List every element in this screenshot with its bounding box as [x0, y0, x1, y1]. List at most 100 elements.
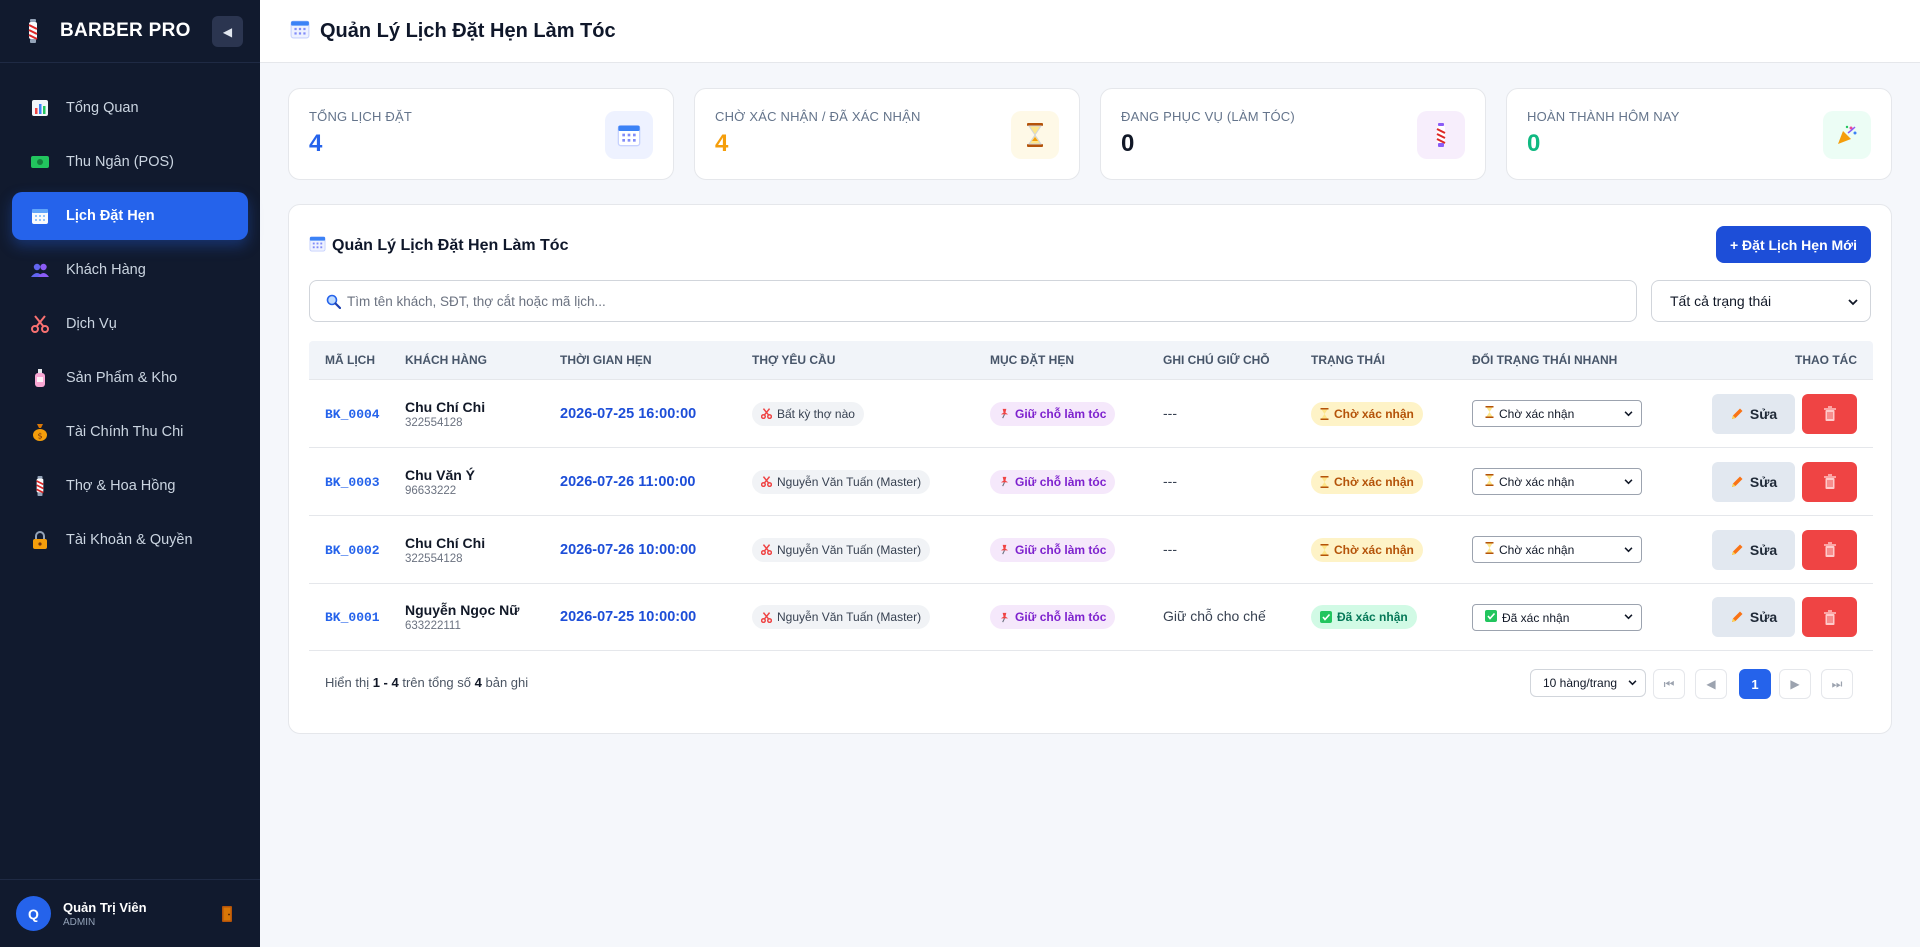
quick-status-select[interactable]: Chờ xác nhận — [1472, 536, 1642, 563]
table-row: BK_0004 Chu Chí Chi 322554128 2026-07-25 … — [309, 379, 1873, 447]
scissors-icon — [761, 544, 772, 555]
hourglass-icon — [1485, 542, 1494, 554]
first-page-button[interactable]: ⏮ — [1653, 669, 1685, 699]
booking-code-link[interactable]: BK_0003 — [325, 475, 380, 490]
hourglass-icon — [1320, 407, 1329, 420]
edit-label: Sửa — [1749, 541, 1778, 558]
page-button-current[interactable]: 1 — [1739, 669, 1771, 699]
chevron-down-icon — [1624, 614, 1633, 620]
service-badge: Giữ chỗ làm tóc — [990, 469, 1116, 494]
hourglass-icon — [1320, 475, 1329, 488]
delete-button[interactable] — [1802, 393, 1857, 434]
chevron-down-icon — [1624, 410, 1633, 416]
pagination-info: Hiển thị 1 - 4 trên tổng số 4 bản ghi — [325, 675, 528, 690]
bookings-panel: Quản Lý Lịch Đặt Hẹn Làm Tóc + Đặt Lịch … — [288, 204, 1892, 734]
avatar: Q — [16, 896, 51, 931]
appointment-time: 2026-07-25 10:00:00 — [560, 609, 697, 625]
stat-card-done: HOÀN THÀNH HÔM NAY 0 — [1506, 88, 1892, 180]
table-row: BK_0003 Chu Văn Ý 96633222 2026-07-26 11:… — [309, 447, 1873, 515]
status-badge: Đã xác nhận — [1311, 605, 1417, 629]
service-badge: Giữ chỗ làm tóc — [990, 537, 1116, 562]
sidebar-item-label: Lịch Đặt Hẹn — [66, 208, 155, 224]
column-header: THAO TÁC — [1795, 353, 1857, 367]
delete-button[interactable] — [1802, 597, 1857, 637]
sidebar-item-tho-hoa-hong[interactable]: Thợ & Hoa Hồng — [12, 462, 248, 510]
edit-button[interactable]: Sửa — [1712, 597, 1795, 637]
sidebar-item-label: Thợ & Hoa Hồng — [66, 478, 176, 494]
sidebar-nav: Tổng Quan Thu Ngân (POS) Lịch Đặt Hẹn Kh… — [0, 63, 260, 564]
search-bar — [309, 280, 1637, 322]
sidebar-collapse-button[interactable]: ◀ — [212, 16, 243, 47]
last-page-button[interactable]: ⏭ — [1821, 669, 1853, 699]
next-page-button[interactable]: ▶ — [1779, 669, 1811, 699]
edit-button[interactable]: Sửa — [1712, 461, 1795, 502]
column-header: MÃ LỊCH — [325, 353, 375, 367]
page-title: Quản Lý Lịch Đặt Hẹn Làm Tóc — [320, 19, 616, 42]
delete-button[interactable] — [1802, 529, 1857, 570]
quick-status-select[interactable]: Chờ xác nhận — [1472, 400, 1642, 427]
calendar-icon — [309, 235, 326, 257]
add-booking-button[interactable]: + Đặt Lịch Hẹn Mới — [1716, 226, 1871, 263]
sidebar-item-label: Sản Phẩm & Kho — [66, 370, 178, 386]
pin-icon — [1000, 408, 1009, 419]
calendar-icon — [605, 111, 653, 159]
delete-button[interactable] — [1802, 461, 1857, 502]
prev-page-button[interactable]: ◀ — [1695, 669, 1727, 699]
sidebar-item-khach-hang[interactable]: Khách Hàng — [12, 246, 248, 294]
trash-icon — [1823, 542, 1836, 557]
search-input[interactable] — [347, 293, 1617, 309]
sidebar-item-tong-quan[interactable]: Tổng Quan — [12, 84, 248, 132]
stat-card-total: TỔNG LỊCH ĐẶT 4 — [288, 88, 674, 180]
sidebar-item-label: Khách Hàng — [66, 262, 146, 278]
booking-code-link[interactable]: BK_0002 — [325, 543, 380, 558]
sidebar-item-label: Tổng Quan — [66, 100, 139, 116]
booking-code-link[interactable]: BK_0004 — [325, 407, 380, 422]
chevron-down-icon — [1628, 680, 1637, 686]
sidebar-item-san-pham-kho[interactable]: Sản Phẩm & Kho — [12, 354, 248, 402]
customer-phone: 322554128 — [405, 416, 463, 429]
pin-icon — [1000, 476, 1009, 487]
hourglass-icon — [1485, 474, 1494, 486]
quick-status-select[interactable]: Đã xác nhận — [1472, 603, 1642, 631]
customer-name: Chu Chí Chi — [405, 534, 486, 551]
page-size-select[interactable]: 10 hàng/trang — [1530, 669, 1646, 697]
service-name: Giữ chỗ làm tóc — [1015, 610, 1107, 624]
customer-name: Nguyễn Ngọc Nữ — [405, 602, 520, 618]
pager-range: 1 - 4 — [372, 675, 399, 690]
sidebar-item-lich-dat-hen[interactable]: Lịch Đặt Hẹn — [12, 192, 248, 240]
user-profile[interactable]: Q Quản Trị Viên ADMIN — [0, 879, 260, 947]
booking-note: --- — [1163, 540, 1177, 557]
customer-phone: 322554128 — [405, 552, 463, 565]
status-filter-value: Tất cả trạng thái — [1670, 293, 1772, 309]
status-text: Chờ xác nhận — [1334, 542, 1414, 557]
money-bag-icon: $ — [30, 422, 50, 442]
sidebar-item-tai-khoan[interactable]: Tài Khoản & Quyền — [12, 516, 248, 564]
sidebar-item-label: Tài Khoản & Quyền — [66, 532, 193, 548]
service-badge: Giữ chỗ làm tóc — [990, 605, 1116, 629]
barber-badge: Nguyễn Văn Tuấn (Master) — [752, 605, 931, 629]
stat-label: HOÀN THÀNH HÔM NAY — [1527, 109, 1680, 124]
booking-code-link[interactable]: BK_0001 — [325, 610, 380, 625]
scissors-icon — [761, 408, 772, 419]
sidebar-item-thu-ngan[interactable]: Thu Ngân (POS) — [12, 138, 248, 186]
logout-icon[interactable] — [222, 906, 232, 922]
customer-phone: 96633222 — [405, 484, 457, 497]
status-filter-select[interactable]: Tất cả trạng thái — [1651, 280, 1871, 322]
quick-status-select[interactable]: Chờ xác nhận — [1472, 468, 1642, 495]
pin-icon — [1000, 544, 1009, 555]
barber-name: Nguyễn Văn Tuấn (Master) — [777, 610, 922, 624]
service-name: Giữ chỗ làm tóc — [1015, 474, 1107, 489]
stat-card-pending: CHỜ XÁC NHẬN / ĐÃ XÁC NHẬN 4 — [694, 88, 1080, 180]
search-icon — [326, 294, 341, 309]
edit-button[interactable]: Sửa — [1712, 393, 1795, 434]
party-icon — [1823, 111, 1871, 159]
edit-button[interactable]: Sửa — [1712, 529, 1795, 570]
panel-title: Quản Lý Lịch Đặt Hẹn Làm Tóc — [332, 237, 569, 254]
sidebar-item-dich-vu[interactable]: Dịch Vụ — [12, 300, 248, 348]
service-name: Giữ chỗ làm tóc — [1015, 406, 1107, 421]
column-header: THỜI GIAN HẸN — [560, 353, 652, 367]
pager-total: 4 — [474, 675, 482, 690]
pencil-icon — [1731, 611, 1743, 622]
sidebar-item-tai-chinh[interactable]: $ Tài Chính Thu Chi — [12, 408, 248, 456]
chevron-down-icon — [1848, 293, 1858, 309]
